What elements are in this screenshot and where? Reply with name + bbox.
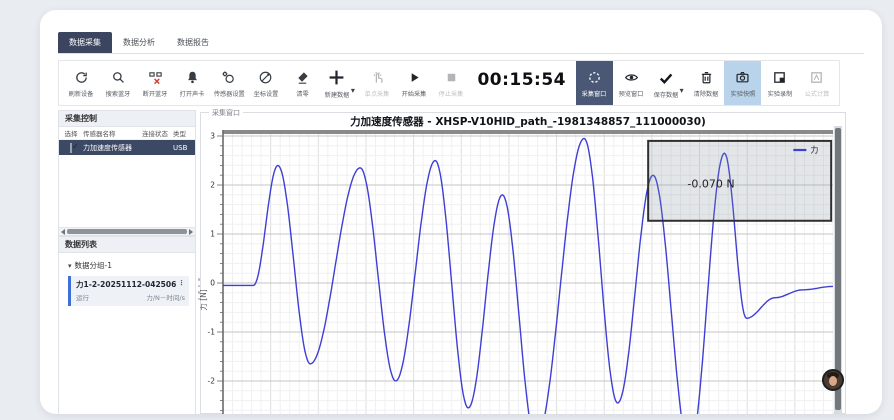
sensor-checkbox[interactable]: [70, 143, 72, 153]
new-data-dropdown-caret[interactable]: ▾: [351, 86, 359, 95]
chevron-down-icon: ▾: [68, 262, 72, 270]
disconnect-bluetooth-button[interactable]: 断开蓝牙: [137, 61, 174, 105]
kebab-icon[interactable]: ⋮: [178, 279, 185, 290]
svg-text:1: 1: [210, 230, 215, 239]
check-icon: [658, 70, 674, 86]
data-list-item[interactable]: 力1-2-20251112-042506⋮ 运行 力/N－时间/s: [68, 276, 189, 306]
play-icon: [407, 70, 422, 85]
refresh-icon: [74, 70, 89, 85]
svg-text:0: 0: [210, 279, 215, 288]
data-group-row[interactable]: ▾数据分组-1: [59, 253, 195, 271]
sensor-settings-button[interactable]: 传感器设置: [210, 61, 247, 105]
clear-data-button[interactable]: 清除数据: [688, 61, 725, 105]
single-point-capture-button[interactable]: 单点采集: [359, 61, 396, 105]
sensor-table-header: 选择 传感器名称 连接状态 类型: [59, 127, 195, 140]
collect-control-title: 采集控制: [59, 111, 195, 127]
svg-text:力 [N]: 力 [N]: [200, 289, 208, 310]
tab-data-analysis[interactable]: 数据分析: [112, 32, 166, 53]
sensor-type: USB: [173, 144, 195, 152]
svg-text:2: 2: [210, 181, 215, 190]
bell-icon: [185, 70, 200, 85]
svg-text:-1: -1: [208, 328, 216, 337]
capture-window-button[interactable]: 采集窗口: [576, 61, 613, 105]
zero-clear-button[interactable]: 清零: [284, 61, 321, 105]
dashed-circle-icon: [587, 70, 602, 85]
bluetooth-disconnect-icon: [148, 70, 163, 85]
hscroll-right-arrow[interactable]: [187, 229, 195, 235]
svg-text:3: 3: [210, 132, 215, 141]
selection-region: [648, 141, 831, 221]
record-icon: [772, 70, 787, 85]
experiment-snapshot-button[interactable]: 实验快照: [724, 61, 761, 105]
tab-data-collection[interactable]: 数据采集: [58, 32, 112, 53]
snapshot-icon: [735, 70, 750, 85]
formula-icon: [809, 70, 824, 85]
svg-text:-2: -2: [208, 377, 216, 386]
plus-icon: [328, 69, 345, 86]
sensor-name: 力加速度传感器: [83, 143, 137, 153]
user-avatar[interactable]: [822, 369, 844, 391]
toolbar: 刷新设备 搜索蓝牙 断开蓝牙 打开声卡 传感器设置 坐标设置 清零 新建数据: [58, 60, 840, 106]
stop-icon: [444, 70, 459, 85]
search-bluetooth-button[interactable]: 搜索蓝牙: [100, 61, 137, 105]
collect-control-panel: 采集控制 选择 传感器名称 连接状态 类型 力加速度传感器 USB: [58, 110, 196, 236]
capture-timer: 00:15:54: [469, 61, 576, 105]
trash-icon: [699, 70, 714, 85]
sensor-table-hscrollbar[interactable]: [59, 227, 195, 235]
tap-icon: [370, 70, 385, 85]
data-item-title: 力1-2-20251112-042506: [76, 279, 176, 290]
annotation-value: -0.070 N: [687, 177, 734, 190]
vscroll-thumb[interactable]: [835, 128, 841, 410]
experiment-record-button[interactable]: 实验录制: [761, 61, 798, 105]
open-soundcard-button[interactable]: 打开声卡: [174, 61, 211, 105]
new-data-button[interactable]: 新建数据: [321, 61, 353, 105]
legend-label: 力: [810, 145, 818, 155]
sensor-settings-icon: [221, 70, 236, 85]
start-capture-button[interactable]: 开始采集: [396, 61, 433, 105]
search-icon: [111, 70, 126, 85]
axis-settings-icon: [258, 70, 273, 85]
sensor-row[interactable]: 力加速度传感器 USB: [59, 140, 195, 155]
stop-capture-button[interactable]: 停止采集: [433, 61, 470, 105]
main-tabbar: 数据采集 数据分析 数据报告: [58, 32, 864, 54]
data-list-title: 数据列表: [59, 237, 195, 253]
hscroll-thumb[interactable]: [67, 229, 187, 234]
waveform-chart[interactable]: 3 2 1 0 -1 -2 力 [N] -0.070 N 力: [200, 125, 845, 414]
eye-icon: [624, 70, 639, 85]
formula-calc-button[interactable]: 公式计算: [798, 61, 835, 105]
eraser-icon: [295, 70, 310, 85]
axis-settings-button[interactable]: 坐标设置: [247, 61, 284, 105]
data-item-axes: 力/N－时间/s: [146, 292, 185, 302]
refresh-device-button[interactable]: 刷新设备: [63, 61, 100, 105]
save-data-button[interactable]: 保存数据: [650, 61, 682, 105]
app-window: 数据采集 数据分析 数据报告 刷新设备 搜索蓝牙 断开蓝牙 打开声卡 传感器设置…: [40, 10, 882, 414]
data-list-panel: 数据列表 ▾数据分组-1 力1-2-20251112-042506⋮ 运行 力/…: [58, 236, 196, 414]
data-item-status: 运行: [76, 292, 89, 302]
preview-window-button[interactable]: 预览窗口: [613, 61, 650, 105]
save-data-dropdown-caret[interactable]: ▾: [680, 86, 688, 95]
tab-data-report[interactable]: 数据报告: [166, 32, 220, 53]
hscroll-left-arrow[interactable]: [59, 229, 67, 235]
